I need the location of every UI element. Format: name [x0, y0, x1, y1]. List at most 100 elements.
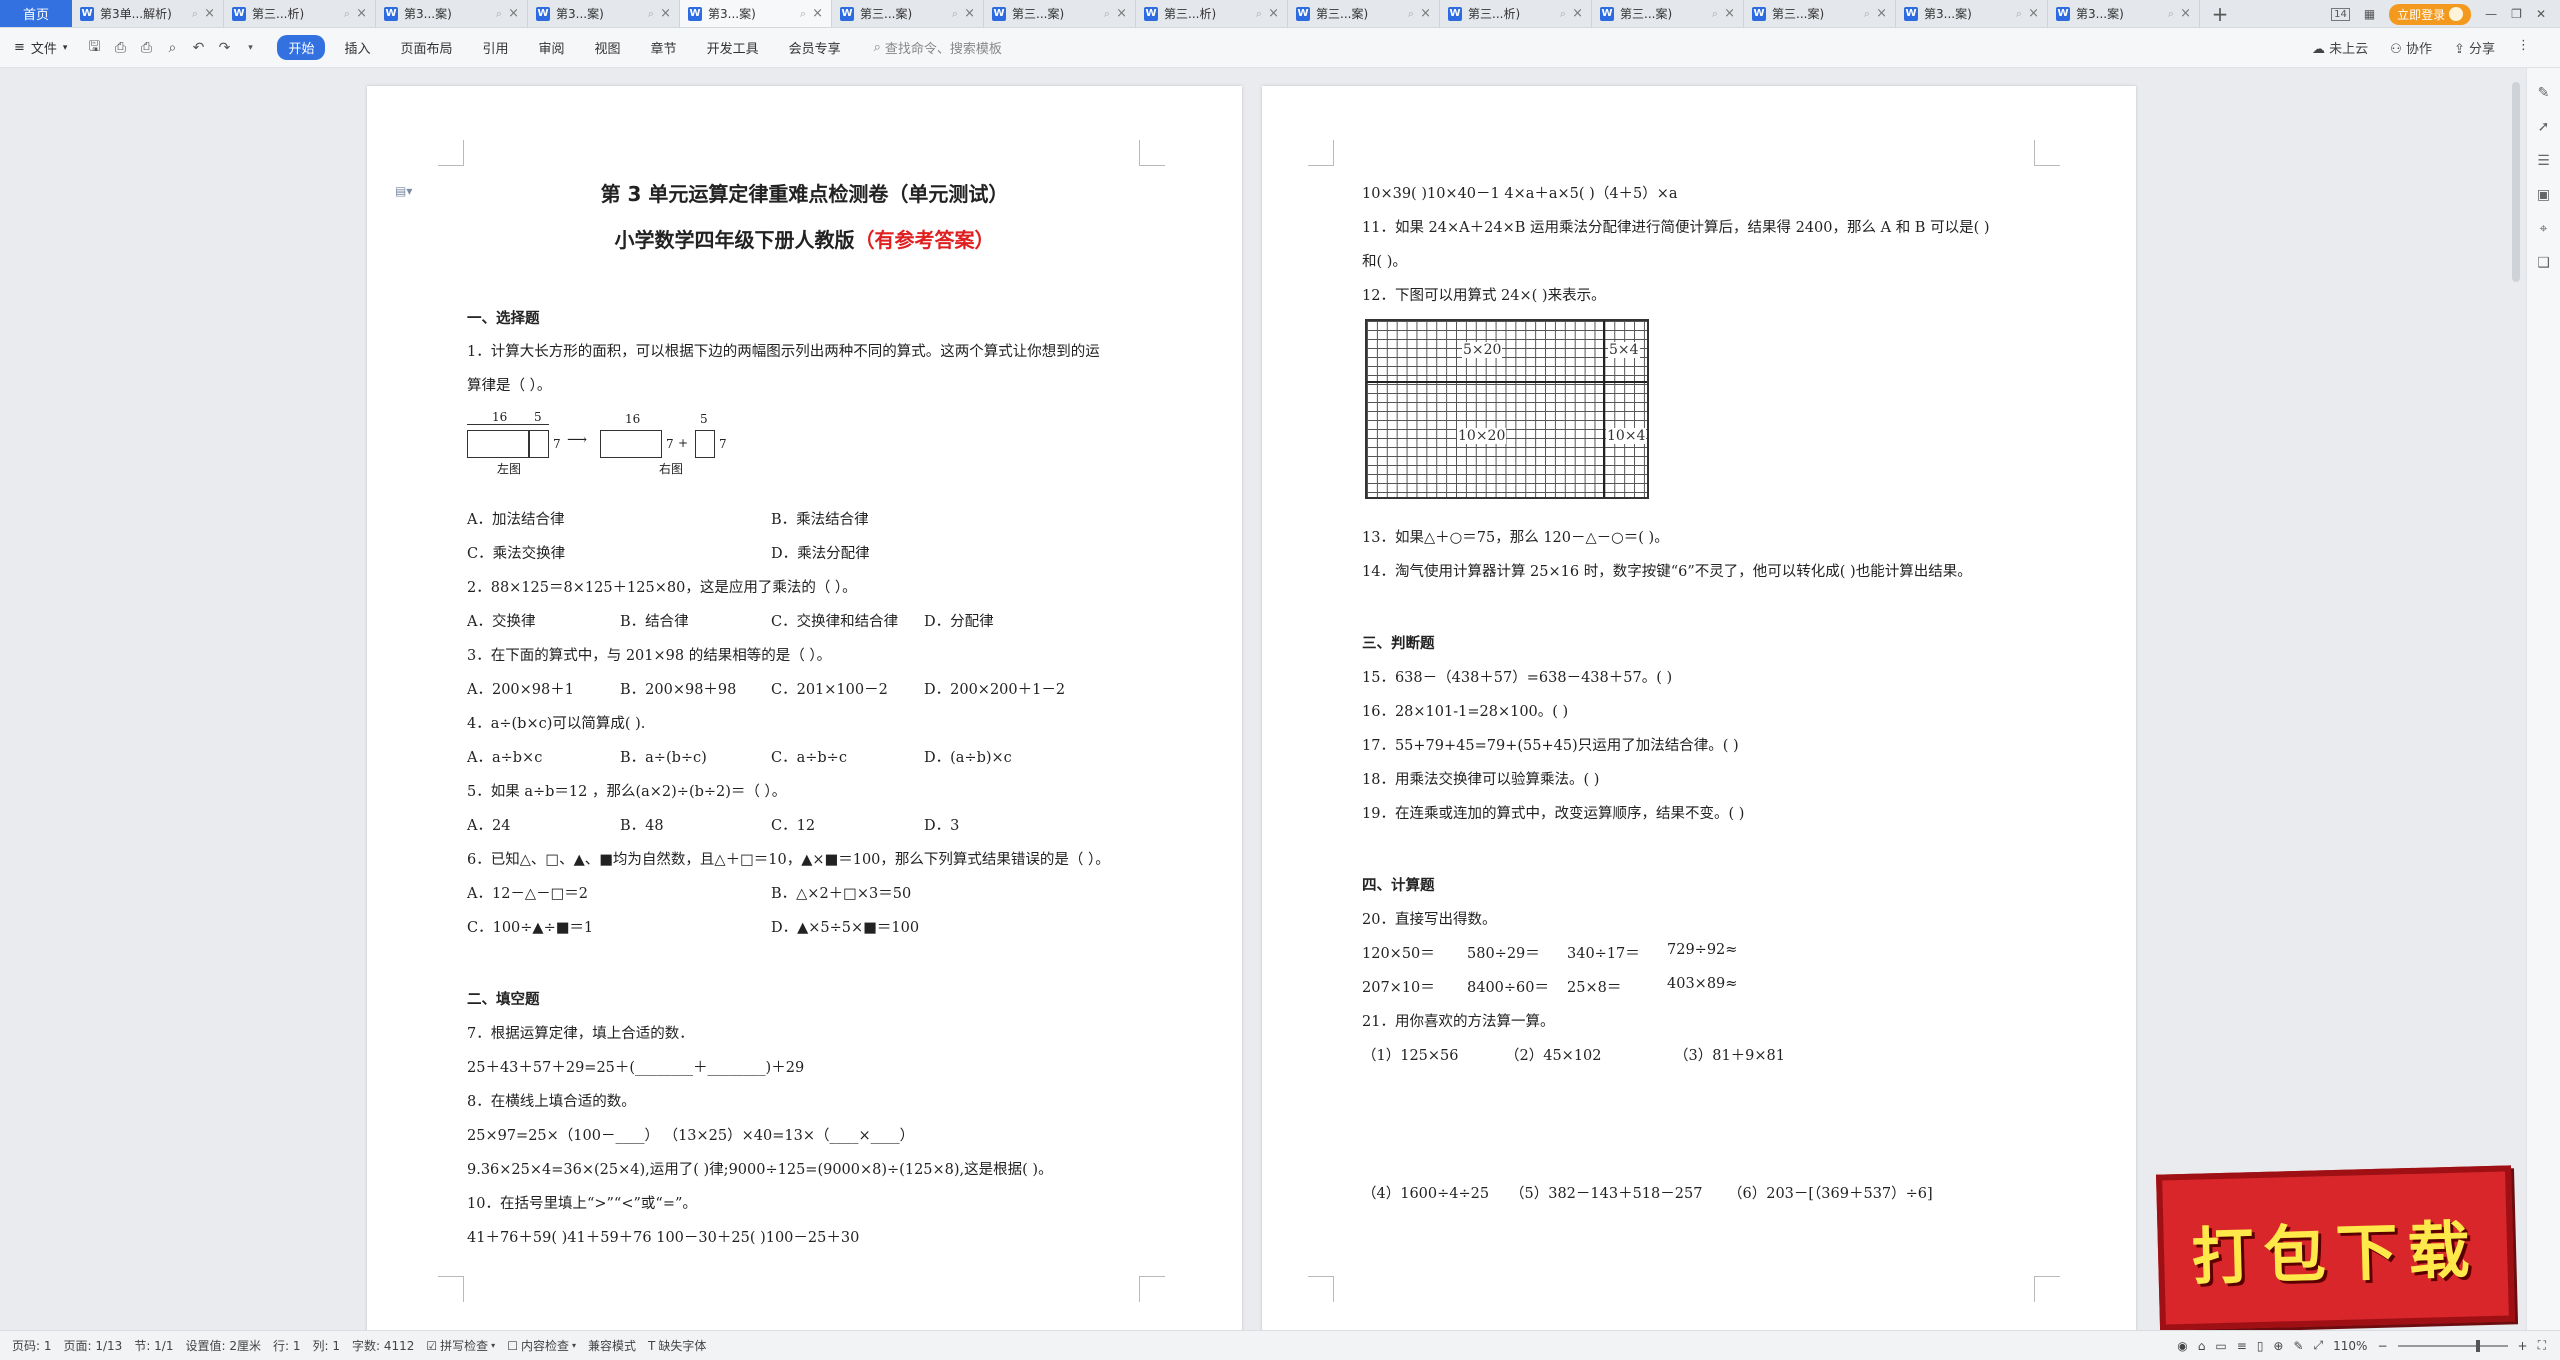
share-button[interactable]: ⇪ 分享: [2454, 38, 2495, 57]
content-check-toggle[interactable]: ☐ 内容检查 ▾: [507, 1337, 576, 1354]
more-icon[interactable]: ⋮: [2517, 38, 2530, 57]
cursor-icon[interactable]: ➚: [2535, 118, 2553, 136]
missing-font[interactable]: T 缺失字体: [648, 1337, 706, 1354]
ribbon-tab[interactable]: 页面布局: [389, 35, 463, 60]
pin-icon[interactable]: ⌕: [1104, 7, 1110, 21]
compat-mode[interactable]: 兼容模式: [588, 1337, 636, 1354]
status-page[interactable]: 页码: 1: [12, 1337, 52, 1354]
pin-icon[interactable]: ⌕: [496, 7, 502, 21]
close-tab-icon[interactable]: ×: [204, 6, 215, 21]
document-tab[interactable]: W 第3单...解析) ⌕ ×: [72, 0, 224, 27]
close-tab-icon[interactable]: ×: [2180, 6, 2191, 21]
document-tab[interactable]: W 第三...析) ⌕ ×: [224, 0, 376, 27]
pin-icon[interactable]: ⌕: [1256, 7, 1262, 21]
save-icon[interactable]: 🖫: [85, 39, 103, 57]
badge-14[interactable]: 14: [2331, 7, 2350, 21]
close-tab-icon[interactable]: ×: [812, 6, 823, 21]
document-tab[interactable]: W 第三...析) ⌕ ×: [1136, 0, 1288, 27]
fullscreen-icon[interactable]: ⛶: [2538, 1338, 2546, 1353]
file-menu[interactable]: ≡ 文件 ▾: [0, 38, 81, 57]
document-tab[interactable]: W 第三...案) ⌕ ×: [832, 0, 984, 27]
pen-icon[interactable]: ✎: [2535, 84, 2553, 102]
grid-apps-icon[interactable]: ▦: [2364, 7, 2375, 21]
close-tab-icon[interactable]: ×: [508, 6, 519, 21]
sliders-icon[interactable]: ☰: [2535, 152, 2553, 170]
close-tab-icon[interactable]: ×: [1420, 6, 1431, 21]
close-window-icon[interactable]: ✕: [2536, 7, 2546, 21]
pin-icon[interactable]: ⌕: [2016, 7, 2022, 21]
close-tab-icon[interactable]: ×: [2028, 6, 2039, 21]
close-tab-icon[interactable]: ×: [1572, 6, 1583, 21]
document-tab[interactable]: W 第三...案) ⌕ ×: [984, 0, 1136, 27]
pin-icon[interactable]: ⌕: [1712, 7, 1718, 21]
document-tab[interactable]: W 第三...案) ⌕ ×: [1744, 0, 1896, 27]
minimize-icon[interactable]: —: [2485, 7, 2497, 21]
ribbon-tab[interactable]: 章节: [640, 35, 688, 60]
book-icon[interactable]: ❑: [2535, 254, 2553, 272]
status-word-count[interactable]: 字数: 4112: [352, 1337, 414, 1354]
close-tab-icon[interactable]: ×: [1268, 6, 1279, 21]
web-view-icon[interactable]: ⊕: [2273, 1339, 2283, 1353]
export-pdf-icon[interactable]: ⎙: [111, 39, 129, 57]
ribbon-tab[interactable]: 会员专享: [778, 35, 852, 60]
scrollbar-thumb[interactable]: [2512, 82, 2520, 282]
cloud-status[interactable]: ☁ 未上云: [2312, 38, 2368, 57]
pin-icon[interactable]: ⌕: [952, 7, 958, 21]
image-icon[interactable]: ▣: [2535, 186, 2553, 204]
document-tab[interactable]: W 第三...析) ⌕ ×: [1440, 0, 1592, 27]
redo-icon[interactable]: ↷: [215, 39, 233, 57]
close-tab-icon[interactable]: ×: [1724, 6, 1735, 21]
page-view-icon[interactable]: ▭: [2215, 1339, 2226, 1353]
close-tab-icon[interactable]: ×: [660, 6, 671, 21]
pin-icon[interactable]: ⌕: [648, 7, 654, 21]
document-tab[interactable]: W 第三...案) ⌕ ×: [1592, 0, 1744, 27]
download-promo-banner[interactable]: 打包下载: [2156, 1165, 2515, 1331]
pin-icon[interactable]: ⌕: [192, 7, 198, 21]
restore-icon[interactable]: ❐: [2511, 7, 2522, 21]
status-pages[interactable]: 页面: 1/13: [64, 1337, 123, 1354]
print-icon[interactable]: ⎙: [137, 39, 155, 57]
login-button[interactable]: 立即登录: [2389, 3, 2472, 25]
customize-chevron-icon[interactable]: ▾: [241, 39, 259, 57]
write-mode-icon[interactable]: ✎: [2293, 1339, 2303, 1353]
pin-icon[interactable]: ⌕: [2168, 7, 2174, 21]
document-tab[interactable]: W 第3...案) ⌕ ×: [680, 0, 832, 27]
document-tab[interactable]: W 第3...案) ⌕ ×: [528, 0, 680, 27]
document-tab[interactable]: W 第3...案) ⌕ ×: [376, 0, 528, 27]
new-tab-button[interactable]: +: [2200, 0, 2240, 27]
fit-width-icon[interactable]: ⤢: [2314, 1338, 2324, 1353]
tab-home[interactable]: 首页: [0, 0, 72, 27]
close-tab-icon[interactable]: ×: [964, 6, 975, 21]
zoom-level[interactable]: 110%: [2333, 1339, 2367, 1353]
command-search[interactable]: ⌕ 查找命令、搜索模板: [874, 38, 1002, 57]
ribbon-tab[interactable]: 开发工具: [696, 35, 770, 60]
pin-icon[interactable]: ⌕: [344, 7, 350, 21]
outline-view-icon[interactable]: ≡: [2237, 1339, 2247, 1353]
ribbon-tab[interactable]: 审阅: [528, 35, 576, 60]
ribbon-tab[interactable]: 插入: [333, 35, 381, 60]
collab-button[interactable]: ⚇ 协作: [2390, 38, 2432, 57]
close-tab-icon[interactable]: ×: [1876, 6, 1887, 21]
close-tab-icon[interactable]: ×: [356, 6, 367, 21]
ribbon-tab[interactable]: 引用: [472, 35, 520, 60]
ribbon-tab[interactable]: 视图: [584, 35, 632, 60]
read-view-icon[interactable]: ▯: [2257, 1339, 2264, 1353]
document-page-1[interactable]: ▤▾ 第 3 单元运算定律重难点检测卷（单元测试） 小学数学四年级下册人教版（有…: [367, 86, 1242, 1330]
print-preview-icon[interactable]: ⌕: [163, 39, 181, 57]
eye-protect-icon[interactable]: ◉: [2177, 1339, 2187, 1353]
close-tab-icon[interactable]: ×: [1116, 6, 1127, 21]
location-icon[interactable]: ⌖: [2535, 220, 2553, 238]
document-tab[interactable]: W 第3...案) ⌕ ×: [2048, 0, 2200, 27]
pin-icon[interactable]: ⌕: [800, 7, 806, 21]
document-page-2[interactable]: 10×39( )10×40－1 4×a＋a×5( )（4＋5）×a 11．如果 …: [1262, 86, 2136, 1330]
vertical-scrollbar[interactable]: [2512, 72, 2520, 1322]
undo-icon[interactable]: ↶: [189, 39, 207, 57]
pin-icon[interactable]: ⌕: [1864, 7, 1870, 21]
spell-check-toggle[interactable]: ☑ 拼写检查 ▾: [426, 1337, 495, 1354]
ribbon-tab[interactable]: 开始: [277, 35, 326, 60]
zoom-slider[interactable]: [2397, 1339, 2508, 1352]
document-tab[interactable]: W 第三...案) ⌕ ×: [1288, 0, 1440, 27]
pin-icon[interactable]: ⌕: [1408, 7, 1414, 21]
full-view-icon[interactable]: ⌂: [2198, 1339, 2206, 1353]
zoom-out-icon[interactable]: −: [2377, 1339, 2387, 1353]
